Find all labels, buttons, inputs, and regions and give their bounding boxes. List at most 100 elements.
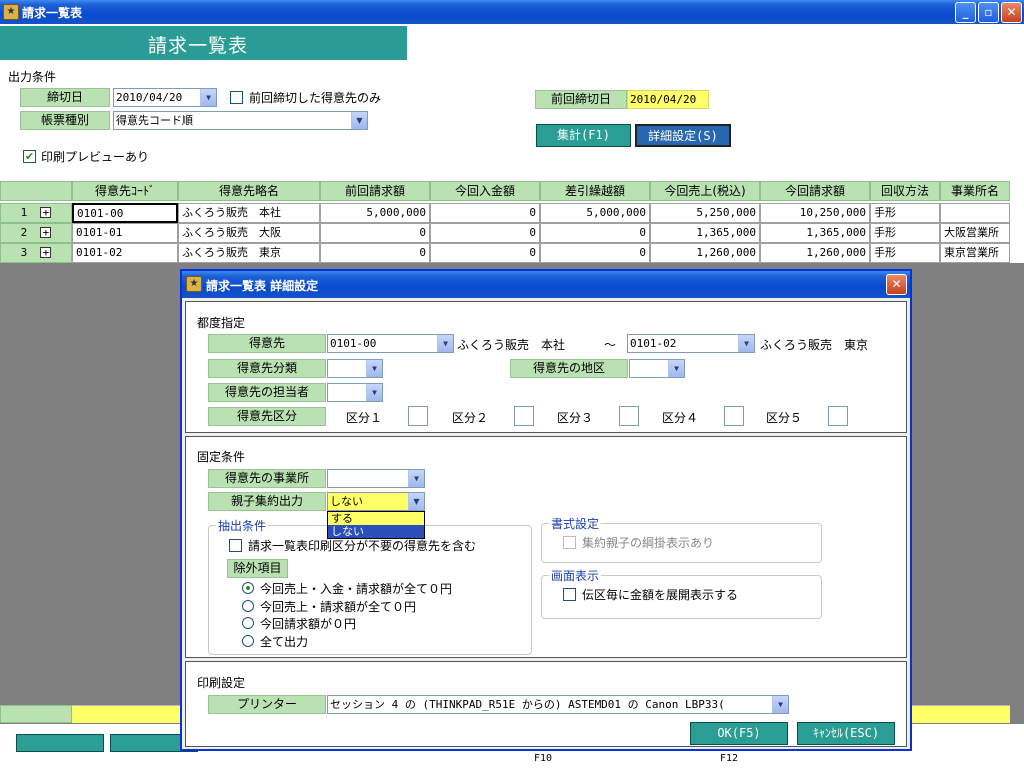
- carry-cell[interactable]: 0: [540, 243, 650, 263]
- chevron-down-icon[interactable]: ▼: [351, 112, 367, 129]
- each-time-group: 都度指定 得意先 0101-00 ▼ ふくろう販売 本社 〜 0101-02 ▼…: [185, 301, 907, 433]
- code-cell[interactable]: 0101-01: [72, 223, 178, 243]
- office-cell[interactable]: 東京営業所: [940, 243, 1010, 263]
- net-display-checkbox[interactable]: [563, 536, 576, 549]
- report-type-select[interactable]: 得意先コード順 ▼: [113, 111, 368, 130]
- page-title: 請求一覧表: [148, 35, 249, 57]
- col-header[interactable]: 事業所名: [940, 181, 1010, 201]
- expand-icon[interactable]: +: [40, 207, 52, 218]
- customer-from-select[interactable]: 0101-00 ▼: [327, 334, 454, 353]
- bill-cell[interactable]: 1,260,000: [760, 243, 870, 263]
- col-header[interactable]: 得意先ｺｰﾄﾞ: [72, 181, 178, 201]
- col-header[interactable]: 前回請求額: [320, 181, 430, 201]
- region-select[interactable]: ▼: [629, 359, 685, 378]
- sales-cell[interactable]: 1,365,000: [650, 223, 760, 243]
- chevron-down-icon[interactable]: ▼: [366, 384, 382, 401]
- carry-cell[interactable]: 5,000,000: [540, 203, 650, 223]
- tally-button[interactable]: 集計(F1): [536, 124, 631, 147]
- cancel-button[interactable]: ｷｬﾝｾﾙ(ESC): [797, 722, 895, 745]
- prev-cell[interactable]: 0: [320, 223, 430, 243]
- grid-corner: [0, 181, 72, 201]
- ok-button[interactable]: OK(F5): [690, 722, 788, 745]
- col-header[interactable]: 今回売上(税込): [650, 181, 760, 201]
- code-cell[interactable]: 0101-00: [72, 203, 178, 223]
- print-preview-checkbox[interactable]: ✔: [23, 150, 36, 163]
- division-5-input[interactable]: [828, 406, 848, 426]
- name-cell[interactable]: ふくろう販売 大阪: [178, 223, 320, 243]
- dropdown-option-selected[interactable]: しない: [328, 525, 424, 538]
- expand-checkbox[interactable]: [563, 588, 576, 601]
- customer-to-select[interactable]: 0101-02 ▼: [627, 334, 755, 353]
- include-unneeded-checkbox[interactable]: [229, 539, 242, 552]
- chevron-down-icon[interactable]: ▼: [772, 696, 788, 713]
- parent-agg-label: 親子集約出力: [208, 492, 326, 511]
- chevron-down-icon[interactable]: ▼: [408, 470, 424, 487]
- name-cell[interactable]: ふくろう販売 本社: [178, 203, 320, 223]
- code-cell[interactable]: 0101-02: [72, 243, 178, 263]
- each-time-label: 都度指定: [197, 316, 246, 330]
- customer-from-value: 0101-00: [330, 337, 377, 350]
- dialog-close-button[interactable]: ✕: [886, 274, 907, 295]
- extract-legend: 抽出条件: [216, 517, 269, 534]
- col-header[interactable]: 回収方法: [870, 181, 940, 201]
- radio-exclude-bill-zero[interactable]: [242, 617, 254, 629]
- name-cell[interactable]: ふくろう販売 東京: [178, 243, 320, 263]
- radio-exclude-all-zero[interactable]: [242, 582, 254, 594]
- print-preview-label: 印刷プレビューあり: [41, 150, 150, 164]
- method-cell[interactable]: 手形: [870, 223, 940, 243]
- category-label: 得意先分類: [208, 359, 326, 378]
- sales-cell[interactable]: 5,250,000: [650, 203, 760, 223]
- division-3-input[interactable]: [619, 406, 639, 426]
- chevron-down-icon[interactable]: ▼: [668, 360, 684, 377]
- chevron-down-icon[interactable]: ▼: [200, 89, 216, 106]
- printer-select[interactable]: セッション 4 の (THINKPAD_R51E からの) ASTEMD01 の…: [327, 695, 789, 714]
- chevron-down-icon[interactable]: ▼: [366, 360, 382, 377]
- radio-output-all[interactable]: [242, 635, 254, 647]
- closing-date-label: 締切日: [20, 88, 110, 107]
- division-1-input[interactable]: [408, 406, 428, 426]
- division-2-input[interactable]: [514, 406, 534, 426]
- minimize-button[interactable]: _: [955, 2, 976, 23]
- prev-closing-date-value: 2010/04/20: [627, 90, 709, 109]
- chevron-down-icon[interactable]: ▼: [738, 335, 754, 352]
- sales-cell[interactable]: 1,260,000: [650, 243, 760, 263]
- bill-cell[interactable]: 1,365,000: [760, 223, 870, 243]
- bill-cell[interactable]: 10,250,000: [760, 203, 870, 223]
- division-4-input[interactable]: [724, 406, 744, 426]
- close-button[interactable]: ✕: [1001, 2, 1022, 23]
- expand-icon[interactable]: +: [40, 247, 52, 258]
- prev-cell[interactable]: 0: [320, 243, 430, 263]
- chevron-down-icon[interactable]: ▼: [408, 493, 424, 510]
- division-5-label: 区分５: [766, 411, 803, 425]
- method-cell[interactable]: 手形: [870, 243, 940, 263]
- col-header[interactable]: 今回請求額: [760, 181, 870, 201]
- closing-date-select[interactable]: 2010/04/20 ▼: [113, 88, 217, 107]
- prev-cell[interactable]: 5,000,000: [320, 203, 430, 223]
- dialog-title: 請求一覧表 詳細設定: [206, 279, 319, 293]
- print-label: 印刷設定: [197, 676, 246, 690]
- parent-agg-select[interactable]: しない ▼: [327, 492, 425, 511]
- paid-cell[interactable]: 0: [430, 223, 540, 243]
- maximize-button[interactable]: ▫: [978, 2, 999, 23]
- dropdown-option[interactable]: する: [328, 512, 424, 525]
- col-header[interactable]: 得意先略名: [178, 181, 320, 201]
- paid-cell[interactable]: 0: [430, 243, 540, 263]
- office-select[interactable]: ▼: [327, 469, 425, 488]
- detail-settings-button[interactable]: 詳細設定(S): [635, 124, 731, 147]
- col-header[interactable]: 今回入金額: [430, 181, 540, 201]
- staff-select[interactable]: ▼: [327, 383, 383, 402]
- category-select[interactable]: ▼: [327, 359, 383, 378]
- method-cell[interactable]: 手形: [870, 203, 940, 223]
- window-titlebar: ★ 請求一覧表 _ ▫ ✕: [0, 0, 1024, 24]
- totals-row-header: [0, 705, 72, 723]
- carry-cell[interactable]: 0: [540, 223, 650, 243]
- office-cell[interactable]: 大阪営業所: [940, 223, 1010, 243]
- col-header[interactable]: 差引繰越額: [540, 181, 650, 201]
- fkey-button[interactable]: [16, 734, 104, 752]
- paid-cell[interactable]: 0: [430, 203, 540, 223]
- office-cell[interactable]: [940, 203, 1010, 223]
- prev-closing-only-checkbox[interactable]: [230, 91, 243, 104]
- radio-exclude-sales-bill-zero[interactable]: [242, 600, 254, 612]
- expand-icon[interactable]: +: [40, 227, 52, 238]
- chevron-down-icon[interactable]: ▼: [437, 335, 453, 352]
